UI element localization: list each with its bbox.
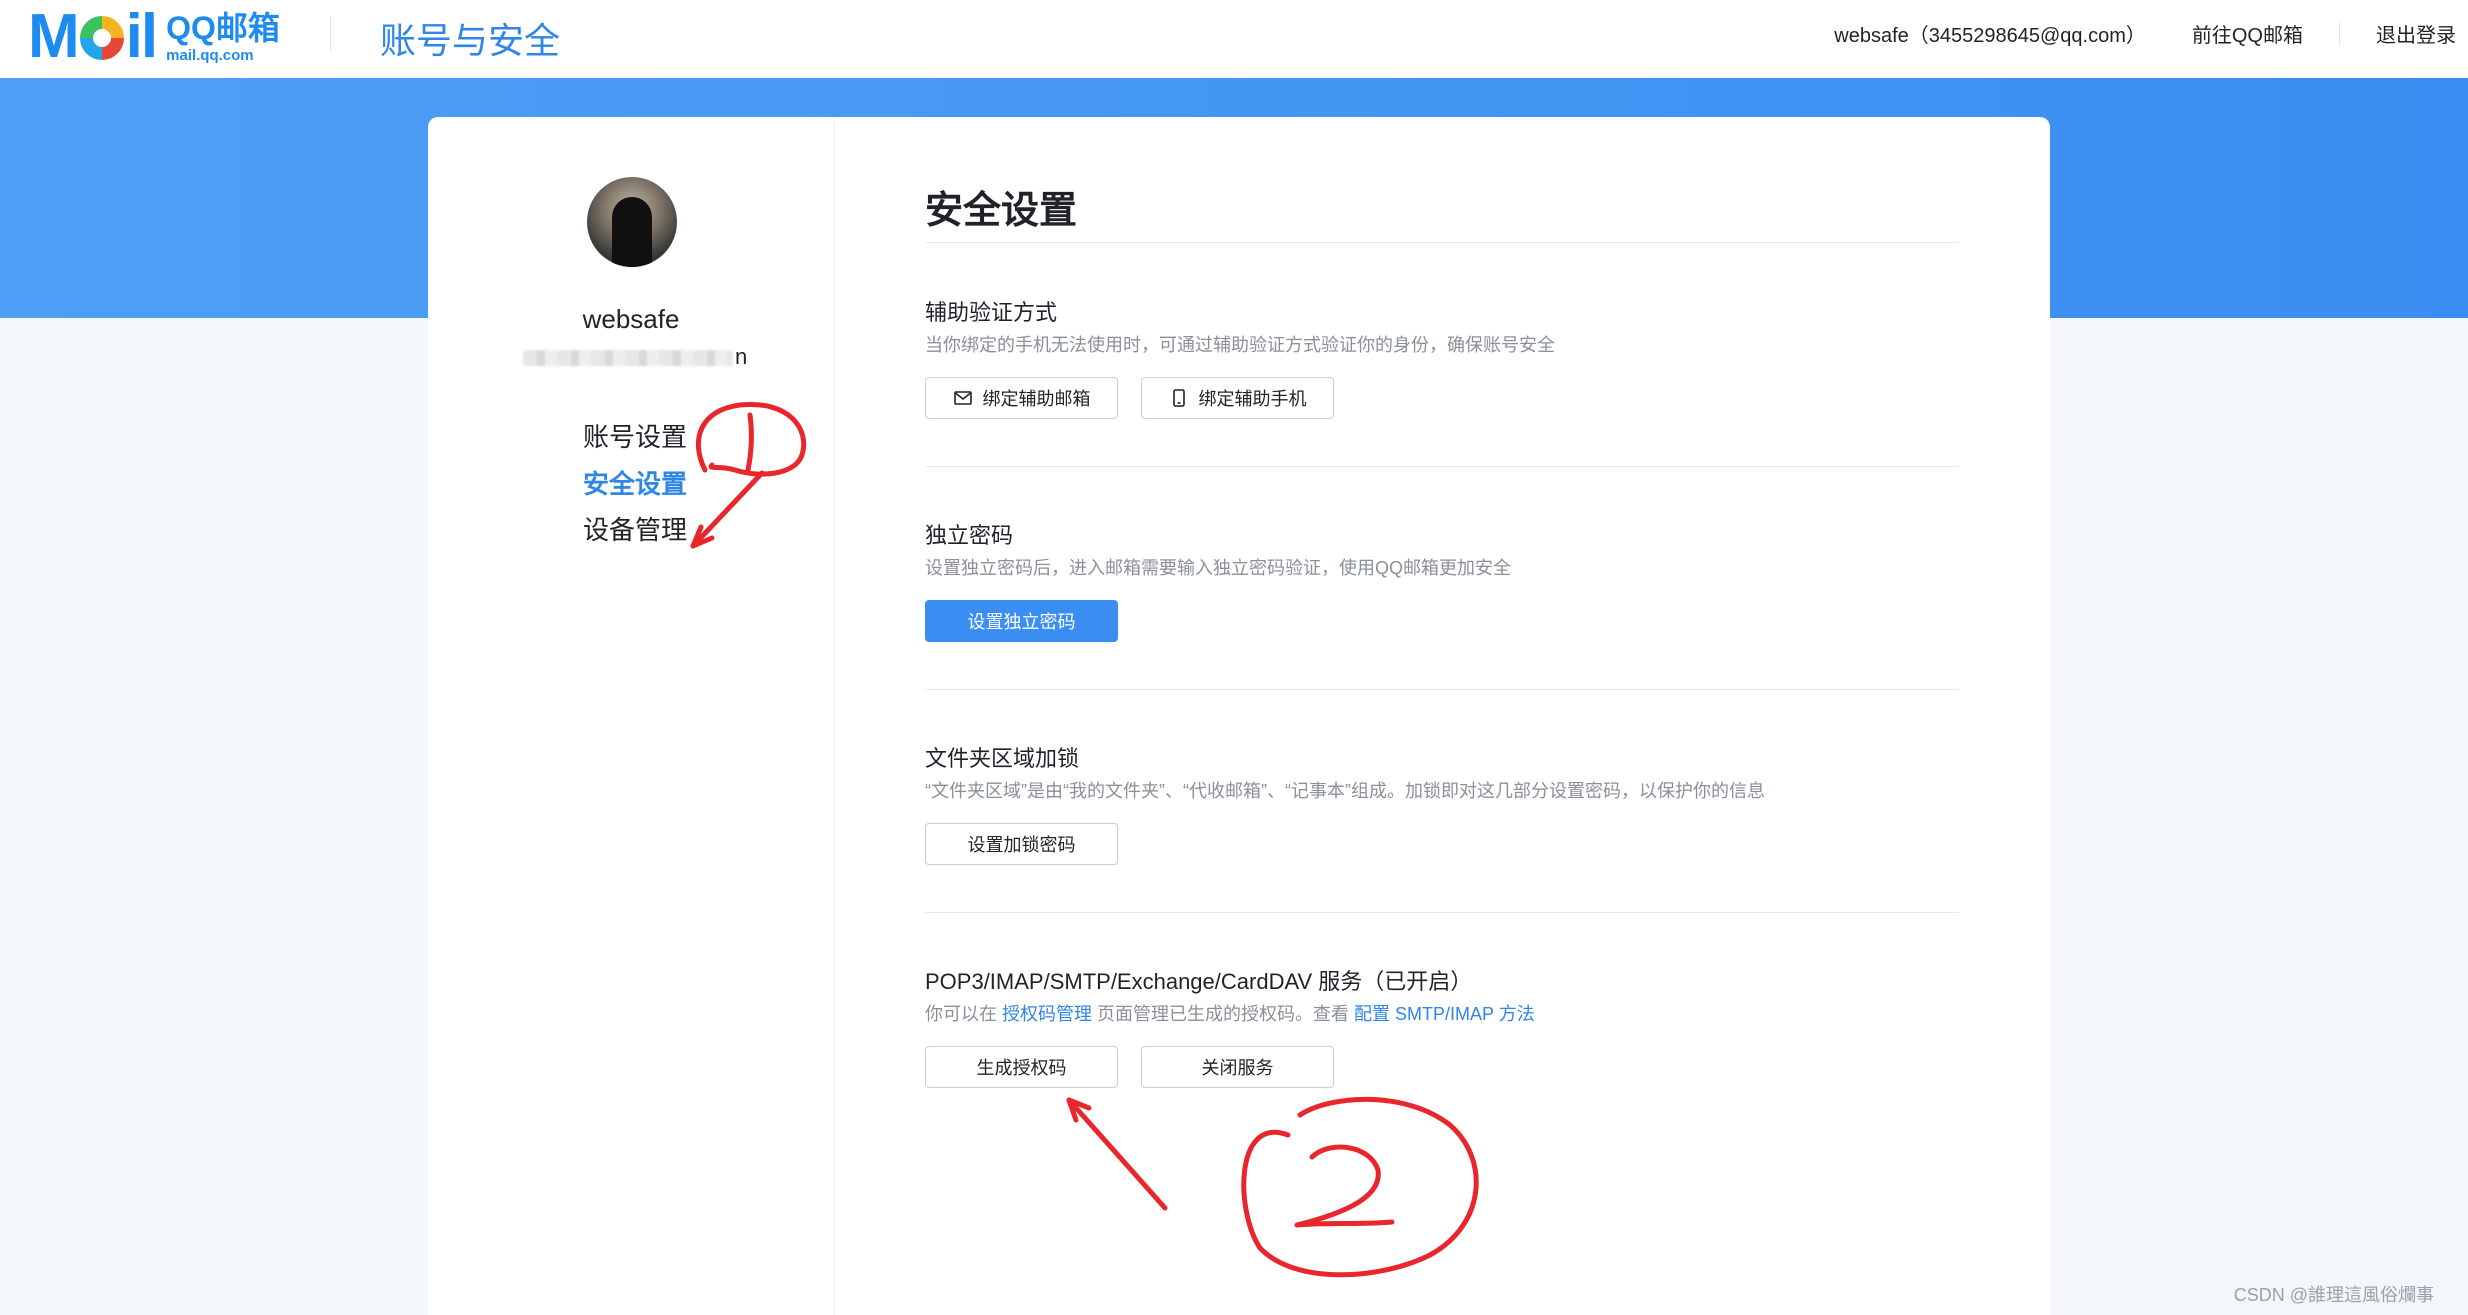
section-title: 辅助验证方式 [925,300,1058,325]
section-divider [925,912,1959,913]
logo-mail-text: Mil [28,2,158,71]
logout-link[interactable]: 退出登录 [2376,19,2456,48]
phone-icon [1172,389,1185,407]
page-title-header: 账号与安全 [380,20,561,61]
section-divider [925,466,1959,467]
avatar [587,177,677,267]
sidebar-username: websafe [582,304,680,334]
close-service-button[interactable]: 关闭服务 [1141,1046,1334,1088]
bind-aux-phone-button[interactable]: 绑定辅助手机 [1141,377,1334,419]
section-title: POP3/IMAP/SMTP/Exchange/CardDAV 服务（已开启） [925,969,1473,994]
set-lock-password-button[interactable]: 设置加锁密码 [925,823,1118,865]
sidebar-item-devices[interactable]: 设备管理 [583,510,687,547]
logo-url: mail.qq.com [166,46,254,64]
logo-cn: QQ邮箱 [166,9,280,46]
sidebar-item-account[interactable]: 账号设置 [583,417,687,454]
title-divider [925,242,1959,243]
set-independent-password-button[interactable]: 设置独立密码 [925,600,1118,642]
auth-code-manage-link[interactable]: 授权码管理 [1002,1004,1092,1024]
generate-auth-code-button[interactable]: 生成授权码 [925,1046,1118,1088]
logo-o-icon [79,15,124,60]
sidebar-item-security[interactable]: 安全设置 [583,464,687,501]
qqmail-logo[interactable]: Mil QQ邮箱 mail.qq.com [28,4,280,70]
bind-aux-email-button[interactable]: 绑定辅助邮箱 [925,377,1118,419]
section-desc: “文件夹区域”是由“我的文件夹”、“代收邮箱”、“记事本”组成。加锁即对这几部分… [925,781,1765,801]
header-user: websafe（3455298645@qq.com） [1834,24,2146,47]
mail-icon [953,391,972,405]
smtp-imap-config-link[interactable]: 配置 SMTP/IMAP 方法 [1354,1004,1535,1024]
settings-card: websafe n 账号设置 安全设置 设备管理 安全设置 辅助验证方式 当你绑… [428,117,2050,1315]
section-desc: 当你绑定的手机无法使用时，可通过辅助验证方式验证你的身份，确保账号安全 [925,335,1555,355]
section-title: 独立密码 [925,523,1014,548]
top-header: Mil QQ邮箱 mail.qq.com 账号与安全 websafe（34552… [0,0,2468,79]
section-divider [925,689,1959,690]
sidebar: websafe n 账号设置 安全设置 设备管理 [428,117,835,1315]
section-desc: 你可以在 授权码管理 页面管理已生成的授权码。查看 配置 SMTP/IMAP 方… [925,1004,1535,1024]
header-separator [2339,22,2340,44]
csdn-watermark: CSDN @誰理這風俗爛事 [2233,1285,2434,1305]
sidebar-email-blurred: n [523,344,747,370]
section-desc: 设置独立密码后，进入邮箱需要输入独立密码验证，使用QQ邮箱更加安全 [925,558,1511,578]
section-title: 文件夹区域加锁 [925,746,1080,771]
goto-mail-link[interactable]: 前往QQ邮箱 [2192,19,2303,48]
header-divider [330,16,331,50]
page-title: 安全设置 [925,190,1078,232]
